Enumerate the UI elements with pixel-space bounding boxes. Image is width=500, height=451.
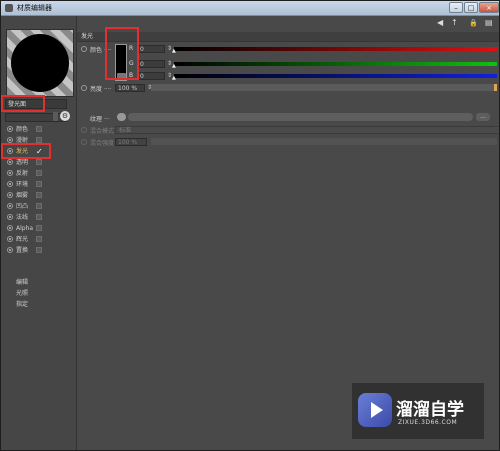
channel-label: 凹凸 <box>16 203 29 210</box>
back-arrow-icon[interactable]: ◀ <box>437 18 443 28</box>
highlight-color-swatch <box>105 27 139 80</box>
channel-label: 颜色 <box>16 126 29 133</box>
channel-checkbox[interactable] <box>36 247 42 253</box>
app-icon <box>5 4 13 12</box>
channel-item[interactable]: 法线 <box>5 212 75 223</box>
brightness-label: 亮度 <box>90 86 103 93</box>
watermark-logo <box>358 393 392 427</box>
channel-checkbox[interactable] <box>36 214 42 220</box>
channel-label: 置换 <box>16 247 29 254</box>
g-slider[interactable] <box>174 62 497 66</box>
up-arrow-icon[interactable]: ↑ <box>451 18 458 28</box>
maximize-button[interactable]: □ <box>464 2 478 13</box>
texture-dots: ... <box>104 114 110 121</box>
section-title: 发光 <box>81 33 94 40</box>
channel-item[interactable]: 环境 <box>5 179 75 190</box>
r-slider[interactable] <box>174 47 497 51</box>
gear-icon[interactable]: ⚙ <box>60 111 70 121</box>
channel-radio[interactable] <box>7 247 13 253</box>
section-header: 发光 <box>77 32 499 42</box>
b-slider-handle[interactable]: ▲ <box>172 75 176 81</box>
channel-checkbox[interactable] <box>36 170 42 176</box>
mix-mode-select[interactable]: 标准 <box>115 126 499 134</box>
brightness-slider-end <box>494 84 497 91</box>
channel-radio[interactable] <box>7 214 13 220</box>
channel-radio[interactable] <box>7 159 13 165</box>
watermark-title: 溜溜自学 <box>396 400 464 420</box>
g-slider-handle[interactable]: ▲ <box>172 63 176 69</box>
channel-item[interactable]: 烟雾 <box>5 190 75 201</box>
sub-item[interactable]: 指定 <box>16 299 28 310</box>
close-button[interactable]: × <box>479 2 499 13</box>
preview-sphere <box>11 34 69 92</box>
channel-radio[interactable] <box>7 181 13 187</box>
channel-label: 反射 <box>16 170 29 177</box>
channel-item[interactable]: Alpha <box>5 223 75 234</box>
channel-item[interactable]: 辉光 <box>5 234 75 245</box>
sub-item[interactable]: 光照 <box>16 288 28 299</box>
channel-label: 法线 <box>16 214 29 221</box>
channel-item[interactable]: 反射 <box>5 168 75 179</box>
material-bar-button[interactable] <box>53 112 58 121</box>
channel-checkbox[interactable] <box>36 192 42 198</box>
channel-checkbox[interactable] <box>36 126 42 132</box>
channel-radio[interactable] <box>7 236 13 242</box>
r-slider-handle[interactable]: ▲ <box>172 48 176 54</box>
channel-label: Alpha <box>16 225 34 232</box>
brightness-radio[interactable] <box>81 85 87 91</box>
mix-strength-label: 混合强度 <box>90 140 115 147</box>
brightness-value[interactable]: 100 % <box>115 84 145 92</box>
menu-icon[interactable]: ▤ <box>485 18 493 28</box>
mix-mode-label: 混合模式 <box>90 128 115 135</box>
sub-item-list: 编辑 光照 指定 <box>16 277 28 310</box>
color-label: 颜色 <box>90 47 103 54</box>
channel-checkbox[interactable] <box>36 236 42 242</box>
b-value-field[interactable]: 0 <box>137 72 165 80</box>
texture-slot[interactable] <box>128 113 473 121</box>
b-slider[interactable] <box>174 74 497 78</box>
r-value-field[interactable]: 0 <box>137 45 165 53</box>
texture-browse-button[interactable]: ... <box>476 113 490 121</box>
highlight-glow-channel <box>1 143 51 159</box>
channel-checkbox[interactable] <box>36 203 42 209</box>
texture-label: 纹理 <box>90 116 103 123</box>
attribute-toolbar: ◀ ↑ 🔒 ▤ <box>77 16 499 30</box>
color-radio[interactable] <box>81 46 87 52</box>
channel-item[interactable]: 凹凸 <box>5 201 75 212</box>
mix-strength-radio <box>81 139 87 145</box>
channel-checkbox[interactable] <box>36 181 42 187</box>
channel-radio[interactable] <box>7 203 13 209</box>
channel-item[interactable]: 置换 <box>5 245 75 256</box>
channel-radio[interactable] <box>7 170 13 176</box>
window-title: 材质编辑器 <box>17 4 52 12</box>
channel-checkbox[interactable] <box>36 225 42 231</box>
channel-radio[interactable] <box>7 126 13 132</box>
channel-label: 辉光 <box>16 236 29 243</box>
mix-mode-radio <box>81 127 87 133</box>
channel-checkbox[interactable] <box>36 159 42 165</box>
lock-icon[interactable]: 🔒 <box>469 18 478 28</box>
material-preview[interactable] <box>6 29 74 97</box>
g-value-field[interactable]: 0 <box>137 60 165 68</box>
sub-item[interactable]: 编辑 <box>16 277 28 288</box>
title-bar: 材质编辑器 – □ × <box>1 1 499 16</box>
brightness-slider[interactable] <box>151 84 497 91</box>
mix-strength-value[interactable]: 100 % <box>115 138 147 146</box>
highlight-material-name <box>1 95 45 112</box>
watermark: 溜溜自学 ZIXUE.3D66.COM <box>352 383 484 439</box>
channel-label: 烟雾 <box>16 192 29 199</box>
material-editor-window: 材质编辑器 – □ × 發光面 ⚙ 颜色 漫射 发光 ✓ 透明 反射 环境 烟雾 凹凸 法线 Alp… <box>0 0 500 451</box>
mix-strength-slider[interactable] <box>151 138 497 145</box>
channel-radio[interactable] <box>7 192 13 198</box>
channel-item[interactable]: 颜色 <box>5 124 75 135</box>
channel-label: 环境 <box>16 181 29 188</box>
channel-radio[interactable] <box>7 225 13 231</box>
watermark-url: ZIXUE.3D66.COM <box>398 419 458 426</box>
left-panel: 發光面 ⚙ 颜色 漫射 发光 ✓ 透明 反射 环境 烟雾 凹凸 法线 Alpha 辉光 置换 编辑 光照指… <box>1 16 77 450</box>
minimize-button[interactable]: – <box>449 2 463 13</box>
texture-menu-button[interactable] <box>117 113 126 121</box>
